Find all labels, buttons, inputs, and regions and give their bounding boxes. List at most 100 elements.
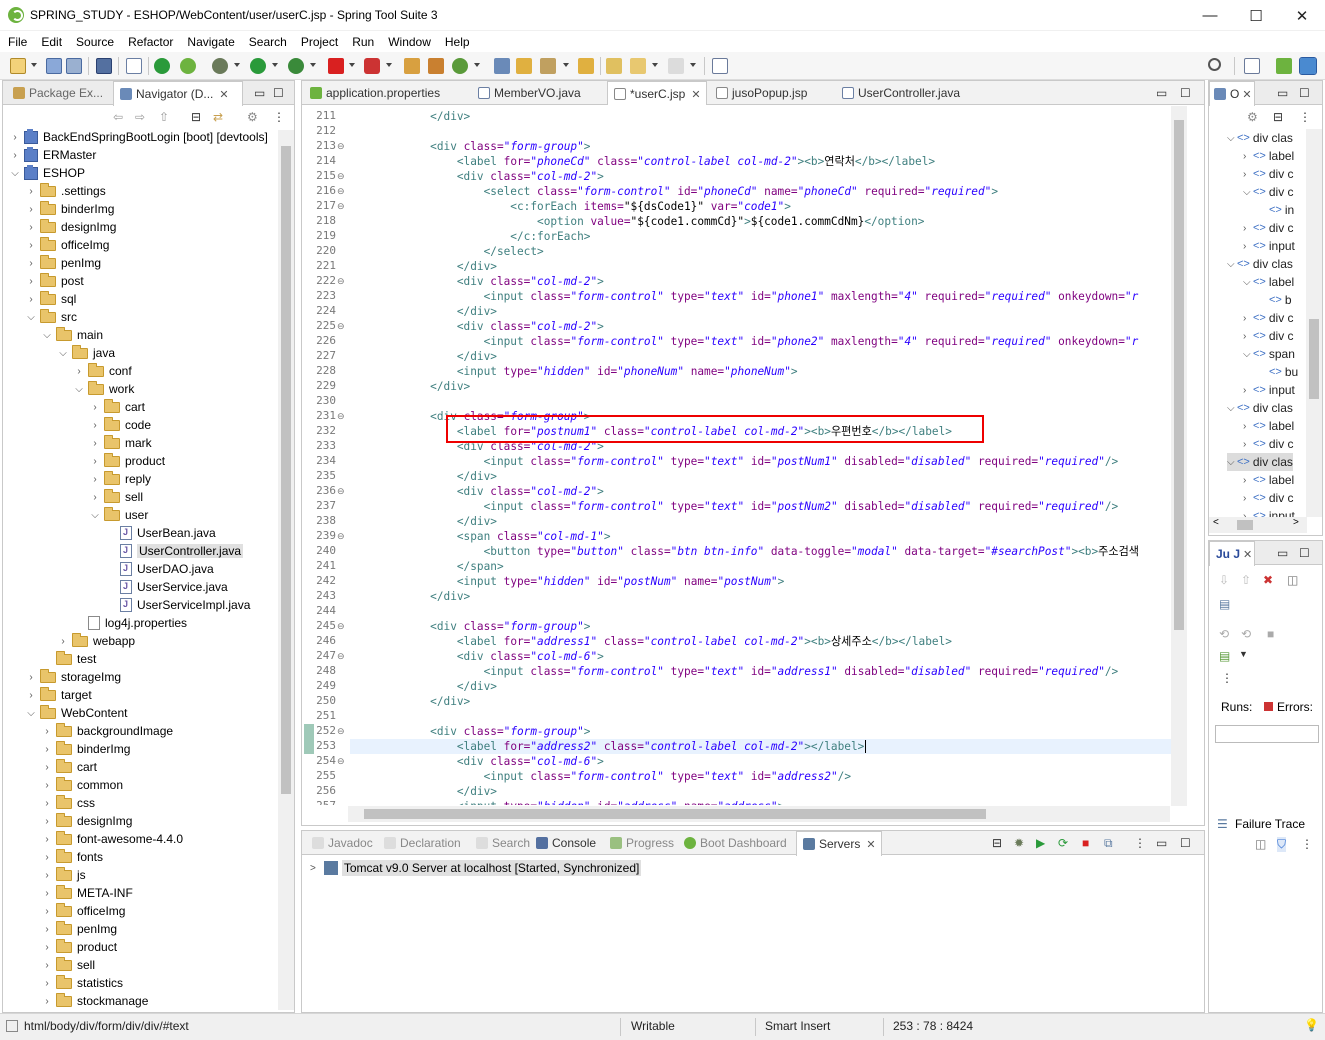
- code-line[interactable]: </c:forEach>: [350, 229, 590, 244]
- chevron-down-icon[interactable]: ⌵: [10, 168, 20, 179]
- code-line[interactable]: <label for="address2" class="control-lab…: [350, 739, 867, 754]
- minimize-view-icon[interactable]: ▭: [254, 86, 265, 100]
- chevron-down-icon[interactable]: ⌵: [90, 510, 100, 521]
- tree-item[interactable]: › stockmanage: [42, 992, 148, 1010]
- chevron-right-icon[interactable]: ›: [90, 456, 100, 467]
- chevron-down-icon[interactable]: ⌵: [1243, 187, 1253, 198]
- maximize-button[interactable]: ☐: [1233, 0, 1279, 31]
- navigator-scrollbar[interactable]: [278, 130, 294, 1010]
- outline-item[interactable]: › <> input: [1243, 237, 1295, 255]
- show-failures-icon[interactable]: ✖: [1263, 573, 1273, 587]
- close-icon[interactable]: ✕: [219, 88, 228, 101]
- forward-icon[interactable]: [668, 58, 684, 74]
- outline-item[interactable]: › <> div c: [1243, 435, 1294, 453]
- tab-usercontroller[interactable]: UserController.java: [836, 81, 960, 105]
- tree-item[interactable]: › .settings: [26, 182, 106, 200]
- code-line[interactable]: <input type="hidden" id="address" name="…: [350, 799, 784, 805]
- code-line[interactable]: <div class="form-group">: [350, 724, 590, 739]
- outline-item[interactable]: ⌵ <> div clas: [1227, 129, 1293, 147]
- tree-item[interactable]: log4j.properties: [74, 614, 187, 632]
- close-window-button[interactable]: ✕: [1279, 0, 1325, 31]
- code-line[interactable]: <input type="hidden" id="postNum" name="…: [350, 574, 784, 589]
- outline-item[interactable]: <> in: [1259, 201, 1294, 219]
- rerun-icon[interactable]: ⟲: [1219, 627, 1229, 641]
- close-icon[interactable]: ✕: [1242, 88, 1251, 101]
- outline-item[interactable]: › <> div c: [1243, 219, 1294, 237]
- code-line[interactable]: </div>: [350, 589, 470, 604]
- outline-item[interactable]: › <> div c: [1243, 489, 1294, 507]
- fold-toggle-icon[interactable]: ⊖: [337, 201, 345, 212]
- build-icon[interactable]: [404, 58, 420, 74]
- open-perspective-icon[interactable]: [712, 58, 728, 74]
- code-line[interactable]: </div>: [350, 694, 470, 709]
- perspective-java-icon[interactable]: [1244, 58, 1260, 74]
- external-tools-icon[interactable]: [288, 58, 304, 74]
- chevron-right-icon[interactable]: ›: [42, 762, 52, 773]
- chevron-right-icon[interactable]: ›: [90, 492, 100, 503]
- chevron-right-icon[interactable]: ›: [26, 294, 36, 305]
- rerun-failed-icon[interactable]: ⟲: [1241, 627, 1251, 641]
- code-line[interactable]: </div>: [350, 259, 497, 274]
- tree-item[interactable]: › code: [90, 416, 151, 434]
- chevron-right-icon[interactable]: ›: [90, 474, 100, 485]
- editor-vscrollbar[interactable]: [1171, 106, 1187, 806]
- tab-navigator[interactable]: Navigator (D... ✕: [113, 81, 243, 106]
- outline-item[interactable]: ⌵ <> div clas: [1227, 255, 1293, 273]
- view-menu-icon[interactable]: ⋮: [273, 110, 285, 124]
- chevron-right-icon[interactable]: ›: [1243, 151, 1253, 162]
- outline-item[interactable]: › <> div c: [1243, 165, 1294, 183]
- chevron-right-icon[interactable]: ›: [42, 834, 52, 845]
- tree-item[interactable]: › product: [42, 938, 117, 956]
- code-line[interactable]: <input class="form-control" type="text" …: [350, 499, 1119, 514]
- code-line[interactable]: <input type="hidden" id="phoneNum" name=…: [350, 364, 798, 379]
- tree-item[interactable]: test: [42, 650, 96, 668]
- menu-source[interactable]: Source: [68, 35, 120, 49]
- tree-item[interactable]: ⌵ main: [42, 326, 103, 344]
- view-menu-icon[interactable]: ⋮: [1301, 837, 1313, 851]
- new-icon[interactable]: [10, 58, 26, 74]
- chevron-right-icon[interactable]: ›: [26, 690, 36, 701]
- fold-toggle-icon[interactable]: ⊖: [337, 756, 345, 767]
- tree-item[interactable]: ⌵ ESHOP: [10, 164, 85, 182]
- open-folder-icon[interactable]: [516, 58, 532, 74]
- chevron-right-icon[interactable]: ›: [26, 258, 36, 269]
- tree-item[interactable]: › sql: [26, 290, 76, 308]
- menu-help[interactable]: Help: [437, 35, 476, 49]
- debug-icon[interactable]: [212, 58, 228, 74]
- tree-item[interactable]: › statistics: [42, 974, 123, 992]
- collapse-all-icon[interactable]: ⊟: [1273, 110, 1283, 124]
- tree-item[interactable]: › sell: [90, 488, 143, 506]
- debug-server-icon[interactable]: ✹: [1014, 836, 1024, 850]
- chevron-right-icon[interactable]: ›: [90, 402, 100, 413]
- tab-jusopopup[interactable]: jusoPopup.jsp: [710, 81, 807, 105]
- outline-vscrollbar[interactable]: [1306, 129, 1322, 517]
- previous-failure-icon[interactable]: ⇧: [1241, 573, 1251, 587]
- menu-navigate[interactable]: Navigate: [179, 35, 240, 49]
- code-line[interactable]: <select class="form-control" id="phoneCd…: [350, 184, 998, 199]
- last-edit-icon[interactable]: [606, 58, 622, 74]
- tree-item[interactable]: › cart: [42, 758, 97, 776]
- chevron-right-icon[interactable]: ›: [42, 978, 52, 989]
- tree-item[interactable]: › reply: [90, 470, 151, 488]
- maximize-view-icon[interactable]: ☐: [1299, 546, 1310, 560]
- editor-hscrollbar[interactable]: [348, 806, 1170, 822]
- scroll-lock-icon[interactable]: ◫: [1287, 573, 1298, 587]
- back-icon[interactable]: [630, 58, 646, 74]
- chevron-right-icon[interactable]: ›: [1243, 313, 1253, 324]
- code-line[interactable]: <input class="form-control" type="text" …: [350, 454, 1119, 469]
- code-line[interactable]: <input class="form-control" type="text" …: [350, 334, 1139, 349]
- chevron-down-icon[interactable]: ⌵: [1243, 349, 1253, 360]
- chevron-right-icon[interactable]: ›: [90, 420, 100, 431]
- next-failure-icon[interactable]: ⇩: [1219, 573, 1229, 587]
- chevron-right-icon[interactable]: ›: [42, 942, 52, 953]
- chevron-down-icon[interactable]: ⌵: [42, 330, 52, 341]
- start-server-icon[interactable]: ▶: [1036, 836, 1045, 850]
- tab-declaration[interactable]: Declaration: [378, 831, 461, 855]
- tree-item[interactable]: › officeImg: [42, 902, 125, 920]
- chevron-right-icon[interactable]: ›: [42, 798, 52, 809]
- chevron-right-icon[interactable]: ›: [42, 888, 52, 899]
- code-line[interactable]: <div class="col-md-2">: [350, 169, 604, 184]
- tab-console[interactable]: Console: [530, 831, 596, 855]
- outline-item[interactable]: <> bu: [1259, 363, 1298, 381]
- tree-item[interactable]: ⌵ user: [90, 506, 148, 524]
